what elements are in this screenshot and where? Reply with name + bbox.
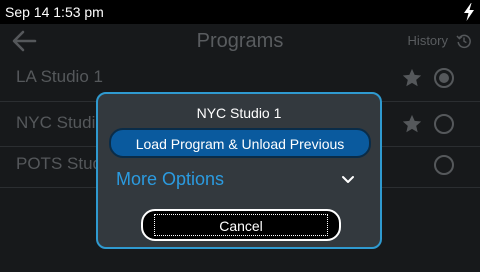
history-icon[interactable] [456,33,472,49]
star-icon[interactable] [401,113,423,135]
history-link[interactable]: History [408,33,448,48]
programs-screen: Programs History LA Studio 1 NYC Studio … [0,24,480,272]
cancel-button[interactable]: Cancel [141,209,341,241]
radio-unselected-icon[interactable] [433,113,455,135]
status-time: Sep 14 1:53 pm [5,4,104,20]
app-bar: Programs History [0,24,480,58]
chevron-down-icon[interactable] [341,175,355,185]
radio-unselected-icon[interactable] [433,154,455,176]
dialog-title: NYC Studio 1 [196,105,282,121]
program-name: LA Studio 1 [16,67,103,86]
more-options-toggle[interactable]: More Options [116,169,224,190]
bolt-icon [464,3,474,21]
program-dialog: NYC Studio 1 Load Program & Unload Previ… [96,92,382,249]
radio-selected-icon[interactable] [433,67,455,89]
cancel-label: Cancel [219,218,263,234]
status-bar: Sep 14 1:53 pm [0,0,480,24]
load-program-button[interactable]: Load Program & Unload Previous [109,128,371,158]
star-icon[interactable] [401,67,423,89]
